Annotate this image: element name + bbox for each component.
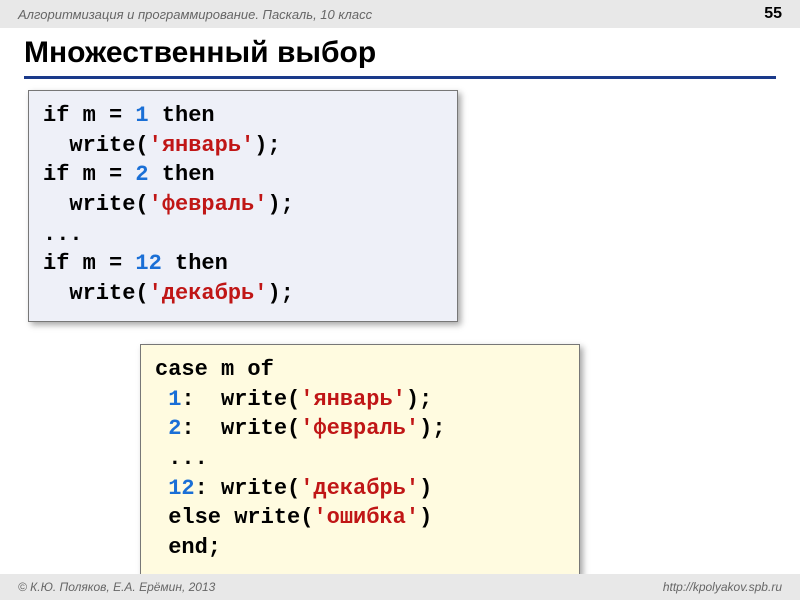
footer-strip: © К.Ю. Поляков, Е.А. Ерёмин, 2013 http:/… bbox=[0, 574, 800, 600]
title-underline bbox=[24, 76, 776, 79]
page-title: Множественный выбор bbox=[24, 36, 376, 70]
header-strip: Алгоритмизация и программирование. Паска… bbox=[0, 0, 800, 28]
code-block-if: if m = 1 then write('январь'); if m = 2 … bbox=[28, 90, 458, 322]
slide: Алгоритмизация и программирование. Паска… bbox=[0, 0, 800, 600]
footer-copyright: © К.Ю. Поляков, Е.А. Ерёмин, 2013 bbox=[18, 580, 215, 594]
code-block-case: case m of 1: write('январь'); 2: write('… bbox=[140, 344, 580, 576]
breadcrumb: Алгоритмизация и программирование. Паска… bbox=[18, 7, 372, 22]
footer-url: http://kpolyakov.spb.ru bbox=[663, 580, 782, 594]
page-number: 55 bbox=[764, 5, 782, 23]
